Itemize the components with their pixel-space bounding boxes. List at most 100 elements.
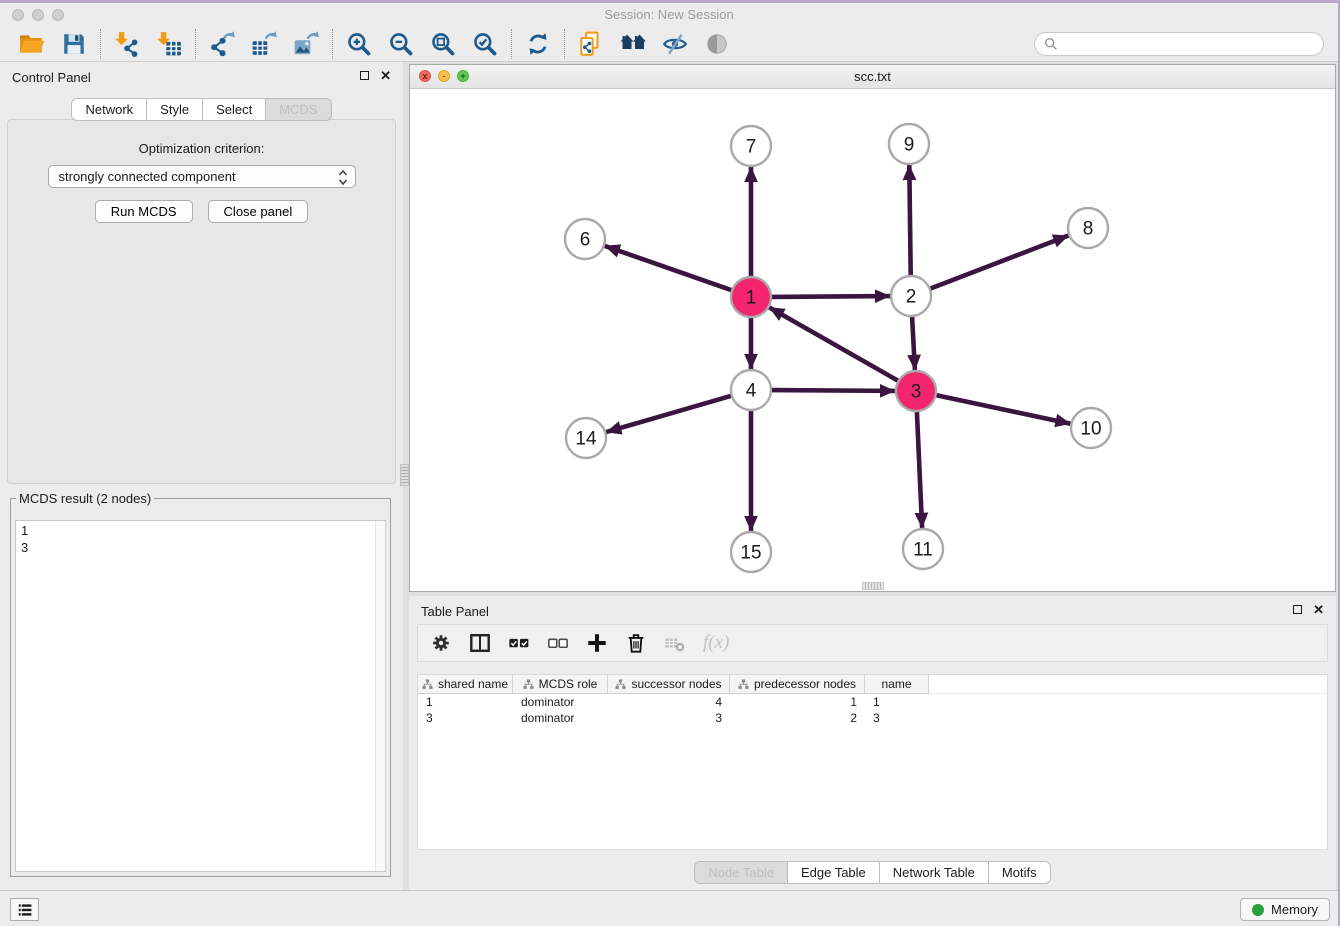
apply-layout-icon[interactable] — [525, 31, 551, 57]
hide-visual-icon[interactable] — [662, 31, 688, 57]
graph-node-14[interactable]: 14 — [566, 418, 606, 458]
tab-edge-table[interactable]: Edge Table — [788, 861, 880, 884]
graph-node-10[interactable]: 10 — [1071, 408, 1111, 448]
edge-3-11[interactable] — [917, 412, 922, 528]
table-settings-icon[interactable] — [430, 632, 452, 654]
import-table-icon[interactable] — [156, 31, 182, 57]
zoom-in-icon[interactable] — [346, 31, 372, 57]
tab-node-table[interactable]: Node Table — [694, 861, 788, 884]
graph-node-9[interactable]: 9 — [889, 124, 929, 164]
edge-1-2[interactable] — [772, 296, 890, 297]
export-network-icon[interactable] — [209, 31, 235, 57]
mcds-panel: Optimization criterion: strongly connect… — [7, 119, 396, 484]
cell-MCDS-role[interactable]: dominator — [513, 694, 608, 710]
zoom-window-button[interactable] — [52, 9, 64, 21]
graph-node-8[interactable]: 8 — [1068, 208, 1108, 248]
cell-successor-nodes[interactable]: 4 — [608, 694, 730, 710]
open-session-icon[interactable] — [19, 31, 45, 57]
minimize-window-button[interactable] — [32, 9, 44, 21]
cell-MCDS-role[interactable]: dominator — [513, 710, 608, 726]
column-header-predecessor-nodes[interactable]: predecessor nodes — [730, 675, 865, 694]
float-panel-icon[interactable] — [360, 71, 369, 80]
svg-text:8: 8 — [1083, 219, 1094, 240]
minimize-view-button[interactable]: - — [438, 70, 450, 82]
float-table-panel-icon[interactable] — [1293, 605, 1302, 614]
graph-node-6[interactable]: 6 — [565, 219, 605, 259]
cell-predecessor-nodes[interactable]: 2 — [730, 710, 865, 726]
column-sort-icon — [422, 679, 433, 690]
zoom-selected-icon[interactable] — [472, 31, 498, 57]
export-table-icon[interactable] — [251, 31, 277, 57]
homes-icon[interactable] — [620, 31, 646, 57]
network-canvas[interactable]: 1 2 3 4 6 7 8 9 10 11 14 15 — [410, 88, 1335, 591]
edge-2-9[interactable] — [909, 165, 910, 275]
panel-splitter-grip[interactable] — [400, 464, 409, 486]
graph-node-11[interactable]: 11 — [903, 529, 943, 569]
cell-predecessor-nodes[interactable]: 1 — [730, 694, 865, 710]
table-panel-header: Table Panel ✕ — [409, 596, 1336, 622]
svg-text:15: 15 — [740, 543, 761, 564]
mcds-result-text[interactable]: 1 3 — [15, 520, 386, 872]
cell-successor-nodes[interactable]: 3 — [608, 710, 730, 726]
result-scrollbar[interactable] — [375, 521, 385, 871]
toolbar-group — [512, 31, 564, 57]
unselect-all-check-icon[interactable] — [547, 632, 569, 654]
delete-entry-icon[interactable] — [625, 632, 647, 654]
close-panel-button[interactable]: Close panel — [208, 200, 309, 223]
memory-button[interactable]: Memory — [1240, 898, 1330, 921]
import-network-icon[interactable] — [114, 31, 140, 57]
graph-node-4[interactable]: 4 — [731, 370, 771, 410]
column-header-shared-name[interactable]: shared name — [418, 675, 513, 694]
search-input[interactable] — [1063, 35, 1314, 52]
tab-mcds[interactable]: MCDS — [266, 98, 331, 121]
save-session-icon[interactable] — [61, 31, 87, 57]
export-image-icon[interactable] — [293, 31, 319, 57]
select-all-check-icon[interactable] — [508, 632, 530, 654]
clone-network-icon[interactable] — [578, 31, 604, 57]
edge-2-8[interactable] — [931, 236, 1069, 289]
canvas-splitter-grip[interactable] — [862, 582, 884, 590]
table-row-2[interactable]: 3dominator323 — [418, 710, 1327, 726]
add-entry-icon[interactable] — [586, 632, 608, 654]
run-mcds-button[interactable]: Run MCDS — [95, 200, 193, 223]
column-header-MCDS-role[interactable]: MCDS role — [513, 675, 608, 694]
tab-network-table[interactable]: Network Table — [880, 861, 989, 884]
graph-node-1[interactable]: 1 — [731, 277, 771, 317]
cell-name[interactable]: 1 — [865, 694, 929, 710]
close-panel-icon[interactable]: ✕ — [380, 71, 391, 80]
close-window-button[interactable] — [12, 9, 24, 21]
column-header-successor-nodes[interactable]: successor nodes — [608, 675, 730, 694]
edge-2-3[interactable] — [912, 317, 915, 370]
cell-shared-name[interactable]: 3 — [418, 710, 513, 726]
table-row-1[interactable]: 1dominator411 — [418, 694, 1327, 710]
tab-style[interactable]: Style — [147, 98, 203, 121]
tab-network[interactable]: Network — [71, 98, 147, 121]
cell-name[interactable]: 3 — [865, 710, 929, 726]
graph-node-3[interactable]: 3 — [896, 371, 936, 411]
cell-shared-name[interactable]: 1 — [418, 694, 513, 710]
tab-select[interactable]: Select — [203, 98, 266, 121]
edge-4-14[interactable] — [606, 396, 731, 432]
zoom-fit-icon[interactable] — [430, 31, 456, 57]
graph-node-2[interactable]: 2 — [891, 276, 931, 316]
control-panel: Control Panel ✕ NetworkStyleSelectMCDS O… — [0, 62, 403, 890]
status-list-button[interactable] — [10, 898, 39, 921]
column-header-name[interactable]: name — [865, 675, 929, 694]
edge-1-6[interactable] — [605, 246, 731, 290]
split-panel-icon[interactable] — [469, 632, 491, 654]
svg-text:9: 9 — [904, 135, 915, 156]
graph-node-7[interactable]: 7 — [731, 126, 771, 166]
graph-node-15[interactable]: 15 — [731, 532, 771, 572]
optimization-criterion-dropdown[interactable]: strongly connected component — [48, 165, 356, 188]
table-header-row: shared nameMCDS rolesuccessor nodesprede… — [418, 675, 1327, 694]
search-box[interactable] — [1034, 32, 1324, 56]
tab-motifs[interactable]: Motifs — [989, 861, 1051, 884]
zoom-out-icon[interactable] — [388, 31, 414, 57]
network-window-titlebar[interactable]: x-+ scc.txt — [410, 65, 1335, 89]
edge-4-3[interactable] — [772, 390, 895, 391]
close-table-panel-icon[interactable]: ✕ — [1313, 605, 1324, 614]
close-view-button[interactable]: x — [419, 70, 431, 82]
edge-3-1[interactable] — [769, 307, 898, 380]
edge-3-10[interactable] — [937, 395, 1071, 423]
zoom-view-button[interactable]: + — [457, 70, 469, 82]
